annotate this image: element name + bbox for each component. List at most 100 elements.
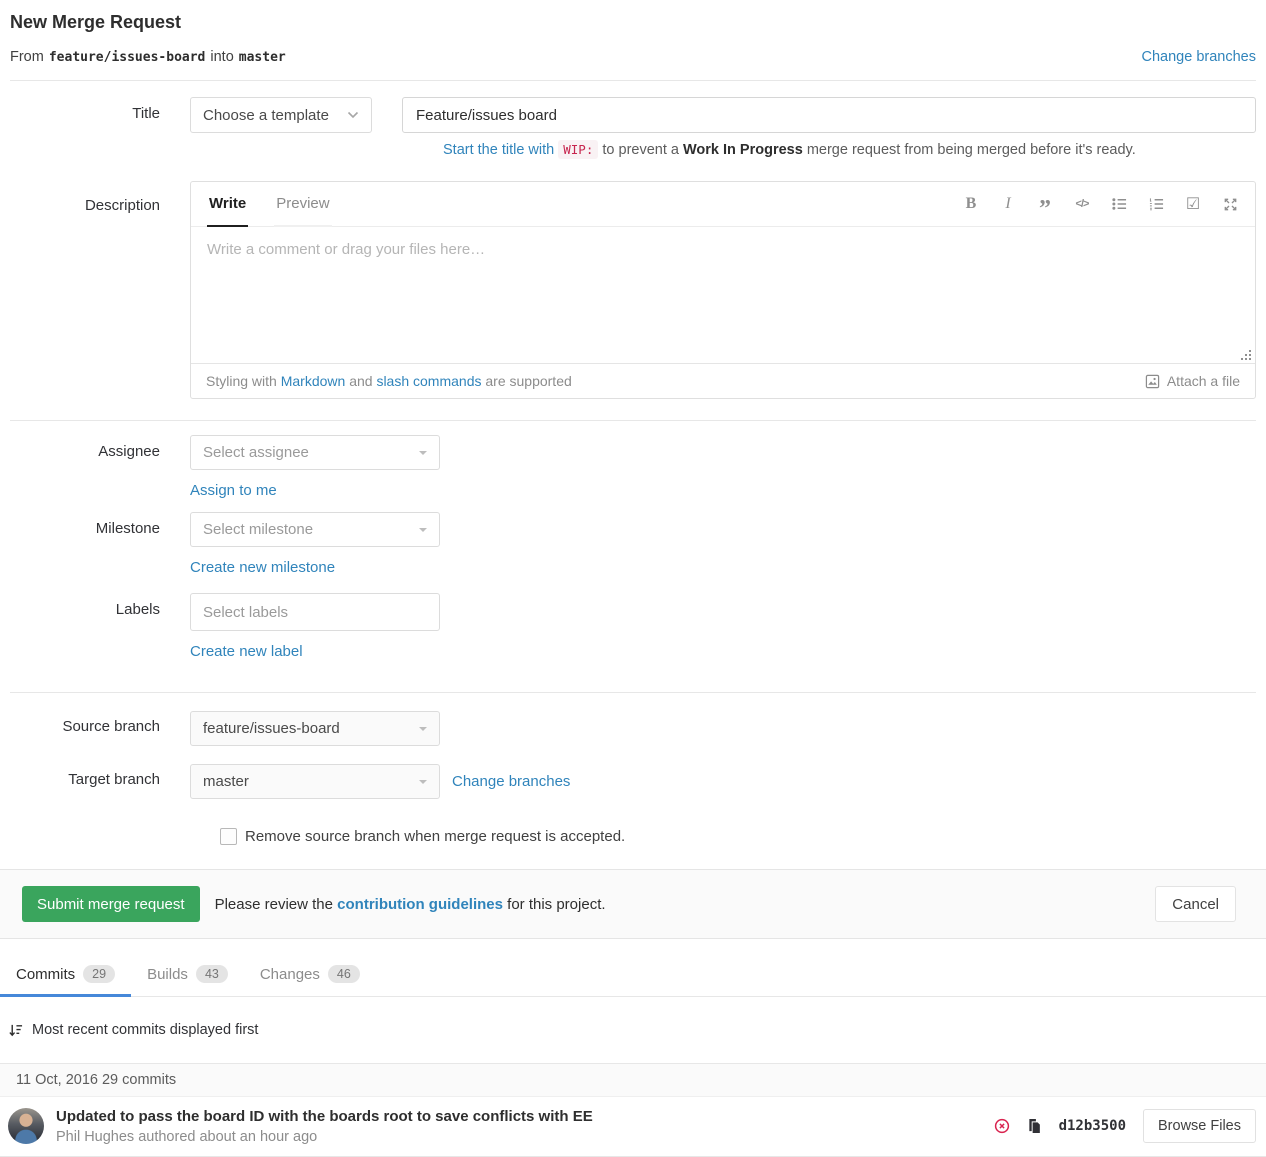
assign-to-me-link[interactable]: Assign to me: [190, 482, 277, 499]
builds-count-badge: 43: [196, 965, 228, 983]
tab-builds[interactable]: Builds 43: [131, 951, 244, 997]
title-controls: Choose a template: [190, 97, 1256, 133]
wip-hint: Start the title with WIP: to prevent a W…: [0, 142, 1266, 158]
italic-icon[interactable]: I: [999, 194, 1017, 214]
markdown-toolbar: B I ” </> ☑: [962, 182, 1239, 226]
milestone-placeholder: Select milestone: [203, 521, 313, 538]
description-textarea[interactable]: [191, 227, 1255, 363]
attach-file-button[interactable]: Attach a file: [1145, 373, 1240, 389]
editor-tabs: Write Preview: [207, 182, 358, 226]
labels-select[interactable]: Select labels: [190, 593, 440, 631]
remove-source-branch-row: Remove source branch when merge request …: [0, 828, 1266, 845]
submit-note: Please review the contribution guideline…: [215, 896, 606, 913]
assignee-label: Assignee: [10, 435, 190, 499]
choose-template-dropdown[interactable]: Choose a template: [190, 97, 372, 133]
bullet-list-icon[interactable]: [1110, 194, 1128, 214]
tab-builds-label: Builds: [147, 966, 188, 983]
commit-author-line: Phil Hughes authored about an hour ago: [56, 1129, 593, 1145]
target-branch-select[interactable]: master: [190, 764, 440, 799]
remove-source-branch-checkbox[interactable]: [220, 828, 237, 845]
labels-row: Labels Select labels Create new label: [0, 593, 1266, 660]
description-footer: Styling with Markdown and slash commands…: [191, 363, 1255, 398]
into-label: into: [210, 49, 233, 65]
browse-files-button[interactable]: Browse Files: [1143, 1109, 1256, 1143]
milestone-row: Milestone Select milestone Create new mi…: [0, 512, 1266, 576]
tab-commits[interactable]: Commits 29: [0, 951, 131, 997]
sort-note-text: Most recent commits displayed first: [32, 1022, 258, 1038]
description-controls: Write Preview B I ” </>: [190, 181, 1256, 399]
tab-commits-label: Commits: [16, 966, 75, 983]
bold-icon[interactable]: B: [962, 194, 980, 214]
create-milestone-link[interactable]: Create new milestone: [190, 559, 335, 576]
milestone-label: Milestone: [10, 512, 190, 576]
caret-down-icon: [419, 528, 427, 532]
assignee-placeholder: Select assignee: [203, 444, 309, 461]
commit-actions: d12b3500 Browse Files: [994, 1109, 1256, 1143]
slash-commands-link[interactable]: slash commands: [376, 373, 481, 389]
contribution-guidelines-link[interactable]: contribution guidelines: [337, 896, 503, 913]
commit-date-header: 11 Oct, 2016 29 commits: [0, 1063, 1266, 1096]
build-status-failed-icon[interactable]: [994, 1118, 1010, 1134]
styling-prefix: Styling with: [206, 373, 277, 389]
code-icon[interactable]: </>: [1073, 194, 1091, 214]
task-list-icon[interactable]: ☑: [1184, 194, 1202, 214]
description-editor-header: Write Preview B I ” </>: [191, 182, 1255, 227]
source-branch-label: Source branch: [10, 711, 190, 746]
new-merge-request-page: New Merge Request From feature/issues-bo…: [0, 0, 1266, 1157]
source-branch-select[interactable]: feature/issues-board: [190, 711, 440, 746]
divider: [10, 692, 1256, 693]
description-row: Description Write Preview B I ” </>: [0, 181, 1266, 399]
change-branches-link-form[interactable]: Change branches: [452, 773, 570, 790]
mr-tabs: Commits 29 Builds 43 Changes 46: [0, 951, 1266, 997]
cancel-button[interactable]: Cancel: [1155, 886, 1236, 922]
numbered-list-icon[interactable]: [1147, 194, 1165, 214]
branch-summary: From feature/issues-board into master Ch…: [10, 49, 1256, 65]
labels-placeholder: Select labels: [203, 604, 288, 621]
attach-file-label: Attach a file: [1167, 373, 1240, 389]
target-branch-label: Target branch: [10, 764, 190, 799]
milestone-select[interactable]: Select milestone: [190, 512, 440, 547]
commit-row: Updated to pass the board ID with the bo…: [0, 1096, 1266, 1157]
divider: [10, 420, 1256, 421]
assignee-row: Assignee Select assignee Assign to me: [0, 435, 1266, 499]
changes-count-badge: 46: [328, 965, 360, 983]
header: New Merge Request From feature/issues-bo…: [0, 0, 1266, 65]
image-icon: [1145, 374, 1160, 389]
submit-merge-request-button[interactable]: Submit merge request: [22, 886, 200, 922]
tab-changes[interactable]: Changes 46: [244, 951, 376, 997]
commits-sort-note: Most recent commits displayed first: [8, 1022, 1266, 1038]
quote-icon[interactable]: ”: [1036, 194, 1054, 214]
description-label: Description: [10, 181, 190, 399]
resize-grip[interactable]: [1239, 348, 1252, 361]
page-title: New Merge Request: [10, 12, 1256, 33]
target-branch-row: Target branch master Change branches: [0, 764, 1266, 799]
labels-label: Labels: [10, 593, 190, 660]
title-input[interactable]: [402, 97, 1256, 133]
styling-note: Styling with Markdown and slash commands…: [206, 373, 572, 389]
tab-preview[interactable]: Preview: [274, 182, 331, 227]
note-prefix: Please review the: [215, 896, 333, 913]
commit-message-link[interactable]: Updated to pass the board ID with the bo…: [56, 1107, 593, 1127]
styling-suffix: are supported: [485, 373, 571, 389]
change-branches-link-top[interactable]: Change branches: [1142, 49, 1256, 65]
commit-sha[interactable]: d12b3500: [1059, 1118, 1126, 1134]
copy-sha-icon[interactable]: [1027, 1118, 1042, 1134]
create-label-link[interactable]: Create new label: [190, 643, 303, 660]
choose-template-label: Choose a template: [203, 107, 329, 124]
tab-changes-label: Changes: [260, 966, 320, 983]
caret-down-icon: [419, 727, 427, 731]
source-branch-row: Source branch feature/issues-board: [0, 711, 1266, 746]
tab-write[interactable]: Write: [207, 182, 248, 227]
fullscreen-icon[interactable]: [1221, 194, 1239, 214]
title-row: Title Choose a template: [0, 97, 1266, 133]
submit-bar: Submit merge request Please review the c…: [0, 869, 1266, 939]
caret-down-icon: [419, 780, 427, 784]
source-branch-value: feature/issues-board: [203, 720, 340, 737]
target-branch-value: master: [203, 773, 249, 790]
divider: [10, 80, 1256, 81]
wip-hint-bold: Work In Progress: [683, 142, 803, 158]
markdown-link[interactable]: Markdown: [281, 373, 346, 389]
wip-hint-link[interactable]: Start the title with: [443, 142, 554, 158]
commit-info: Updated to pass the board ID with the bo…: [56, 1107, 593, 1145]
assignee-select[interactable]: Select assignee: [190, 435, 440, 470]
